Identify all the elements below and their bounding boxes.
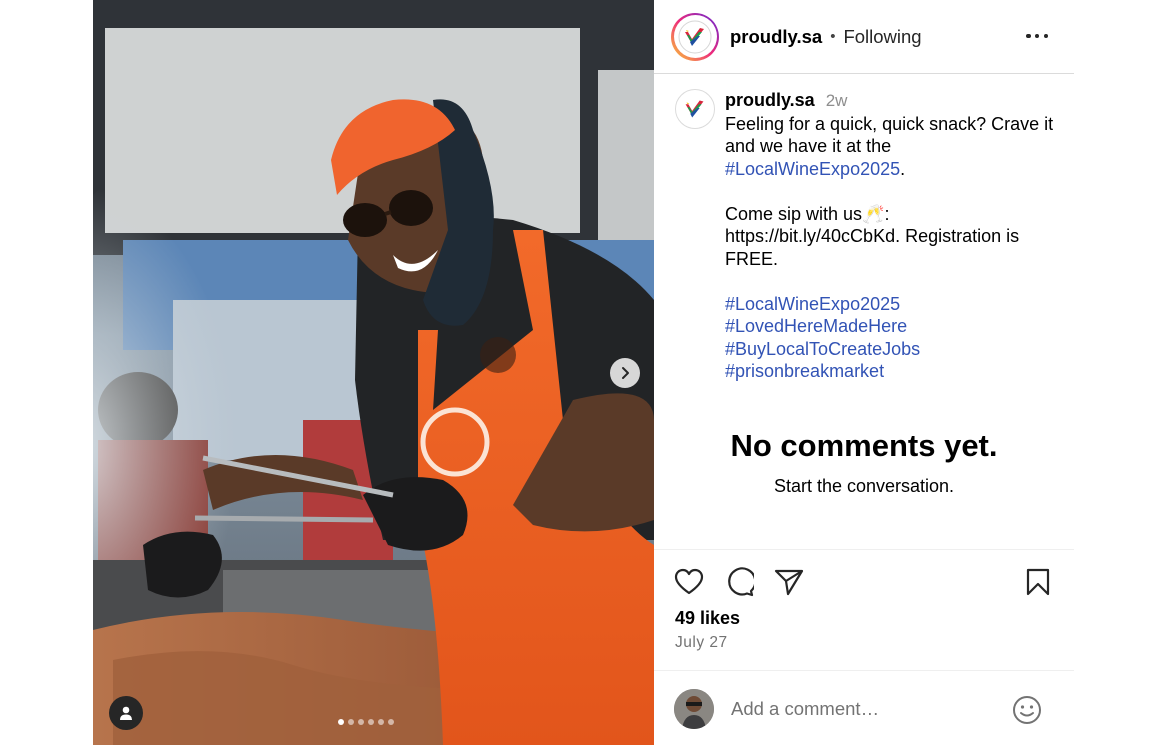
smiley-icon: [1013, 696, 1041, 724]
carousel-dot: [358, 719, 364, 725]
caption-author-avatar[interactable]: [675, 89, 715, 129]
carousel-indicators: [338, 719, 394, 725]
proudly-sa-logo-icon: [678, 20, 712, 53]
author-avatar[interactable]: [671, 12, 719, 61]
caption-username[interactable]: proudly.sa: [725, 90, 815, 110]
comment-icon: [728, 567, 754, 597]
tagged-users-button[interactable]: [109, 696, 143, 730]
carousel-next-button[interactable]: [610, 358, 640, 388]
carousel-dot: [348, 719, 354, 725]
share-button[interactable]: [773, 566, 805, 598]
post-details-panel: proudly.sa • Following proudly.sa 2w Fee…: [654, 0, 1074, 745]
more-options-button[interactable]: [1026, 26, 1048, 46]
likes-count[interactable]: 49 likes: [675, 608, 740, 629]
post-photo: [93, 0, 654, 745]
comment-button[interactable]: [723, 566, 755, 598]
bookmark-icon: [1026, 568, 1050, 596]
post-media[interactable]: [93, 0, 654, 745]
carousel-dot: [338, 719, 344, 725]
hashtag-link[interactable]: #BuyLocalToCreateJobs: [725, 338, 1065, 361]
carousel-dot: [368, 719, 374, 725]
caption-text: Come sip with us🥂: https://bit.ly/40cCbK…: [725, 203, 1020, 269]
share-icon: [774, 569, 804, 596]
header-separator: •: [830, 28, 836, 45]
more-horizontal-icon: [1026, 33, 1031, 39]
post-header: proudly.sa • Following: [654, 0, 1074, 74]
current-user-avatar: [674, 689, 714, 729]
post-time[interactable]: 2w: [826, 91, 848, 110]
post-caption: proudly.sa 2w Feeling for a quick, quick…: [725, 89, 1065, 383]
hashtag-link[interactable]: #prisonbreakmarket: [725, 360, 1065, 383]
following-button[interactable]: Following: [843, 26, 921, 48]
proudly-sa-logo-icon: [685, 100, 704, 118]
hashtag-link[interactable]: #LovedHereMadeHere: [725, 315, 1065, 338]
chevron-right-icon: [622, 367, 629, 379]
add-comment-input[interactable]: [731, 695, 1001, 723]
user-tag-icon: [120, 706, 132, 720]
caption-text: Feeling for a quick, quick snack? Crave …: [725, 113, 1054, 179]
carousel-dot: [378, 719, 384, 725]
heart-icon: [674, 568, 704, 595]
post-date[interactable]: July 27: [675, 634, 728, 652]
divider: [654, 549, 1074, 550]
add-comment-bar: [654, 670, 1074, 745]
emoji-picker-button[interactable]: [1012, 695, 1042, 725]
champagne-emoji-icon: 🥂: [862, 203, 885, 224]
hashtag-link[interactable]: #LocalWineExpo2025: [725, 293, 1065, 316]
carousel-dot: [388, 719, 394, 725]
hashtag-link[interactable]: #LocalWineExpo2025: [725, 159, 900, 179]
like-button[interactable]: [673, 566, 705, 598]
empty-comments-title: No comments yet.: [730, 428, 998, 463]
save-button[interactable]: [1022, 566, 1054, 598]
empty-comments-subtitle: Start the conversation.: [773, 476, 955, 496]
author-username[interactable]: proudly.sa: [730, 26, 822, 48]
